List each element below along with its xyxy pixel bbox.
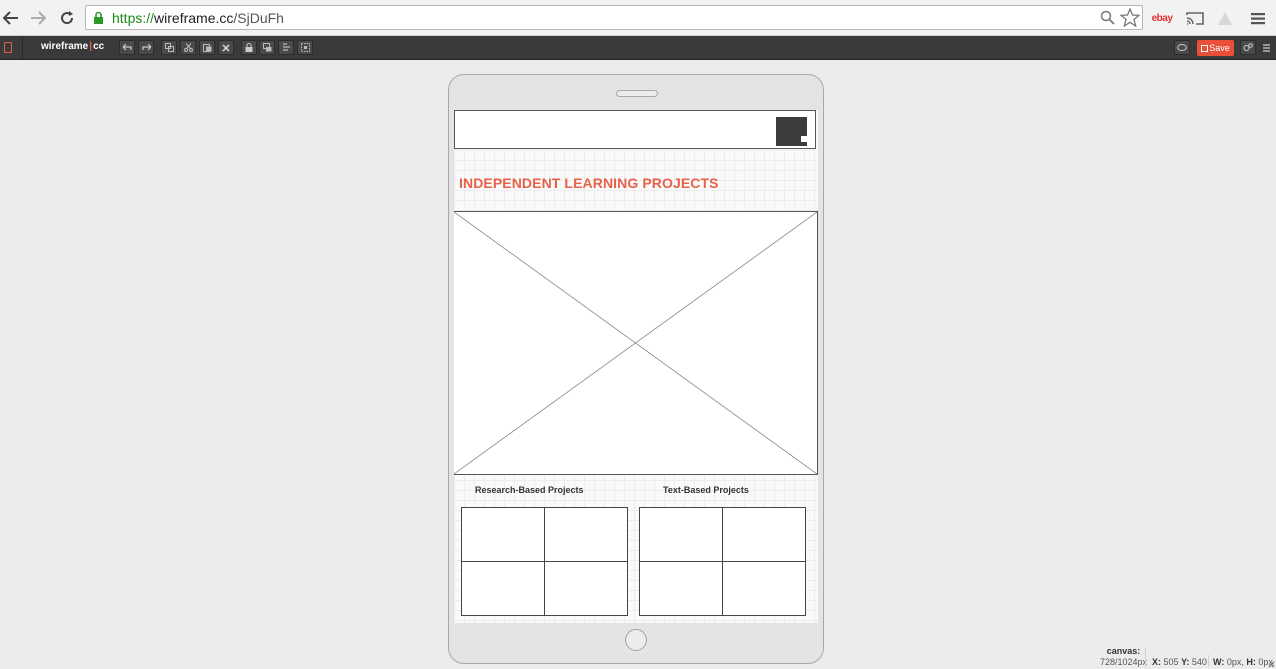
h-label: H:	[1246, 657, 1256, 667]
lock-button[interactable]	[241, 40, 257, 55]
y-value: 540	[1191, 657, 1207, 667]
tablet-frame: INDEPENDENT LEARNING PROJECTS Research-B…	[448, 74, 824, 664]
layer-button[interactable]	[259, 40, 275, 55]
canvas-size: 728/1024px	[1100, 657, 1148, 667]
canvas-label: canvas:	[1106, 646, 1141, 656]
selection-size-readout: W: 0px, H: 0px	[1213, 657, 1273, 667]
reload-icon	[61, 11, 74, 25]
save-icon	[1201, 44, 1209, 52]
cut-icon	[183, 43, 193, 52]
url-path: /SjDuFh	[233, 10, 284, 26]
save-button[interactable]: Save	[1197, 40, 1234, 56]
copy-button[interactable]	[161, 40, 177, 55]
device-speaker	[616, 90, 658, 97]
copy-icon	[164, 43, 174, 52]
cursor-position-readout: X: 505 Y: 540	[1152, 657, 1207, 667]
ebay-label: ebay	[1151, 12, 1173, 24]
warning-icon	[1218, 11, 1232, 25]
cut-button[interactable]	[180, 40, 196, 55]
page-heading[interactable]: INDEPENDENT LEARNING PROJECTS	[459, 175, 719, 191]
brand-right: cc	[93, 41, 105, 52]
text-projects-grid[interactable]	[639, 507, 806, 616]
status-divider	[1208, 655, 1209, 667]
header-box[interactable]	[454, 110, 816, 149]
text-project-tile[interactable]	[722, 507, 806, 562]
brand-logo: wireframe|cc	[41, 41, 104, 52]
image-placeholder-cross	[454, 212, 817, 474]
comment-button[interactable]	[1174, 40, 1190, 55]
logo-placeholder[interactable]	[776, 117, 807, 146]
delete-icon	[222, 43, 230, 52]
wireframe-canvas[interactable]: INDEPENDENT LEARNING PROJECTS Research-B…	[454, 110, 818, 623]
star-icon[interactable]	[1120, 8, 1140, 27]
align-icon	[282, 43, 290, 51]
group-icon	[300, 43, 310, 52]
cast-button[interactable]	[1184, 8, 1206, 28]
redo-icon	[141, 44, 151, 51]
extension-button[interactable]	[1215, 8, 1235, 28]
settings-button[interactable]	[1240, 40, 1256, 55]
text-project-tile[interactable]	[639, 507, 723, 562]
url-host: wireframe.cc	[154, 10, 234, 26]
brand-left: wireframe	[41, 41, 89, 52]
delete-button[interactable]	[218, 40, 234, 55]
toolbar-divider	[22, 36, 23, 60]
browser-menu-button[interactable]	[1249, 8, 1267, 28]
w-value: 0px,	[1226, 657, 1244, 667]
resize-handle-icon[interactable]	[1268, 661, 1275, 668]
wireframe-toolbar: wireframe|cc Save	[0, 36, 1276, 60]
browser-chrome: https://wireframe.cc/SjDuFh ebay	[0, 0, 1276, 36]
group-button[interactable]	[297, 40, 313, 55]
save-label: Save	[1209, 43, 1230, 53]
cast-icon	[1186, 11, 1204, 25]
back-button[interactable]	[0, 7, 22, 29]
lock-toggle-icon	[245, 43, 253, 52]
hamburger-icon[interactable]	[1263, 44, 1270, 52]
ebay-icon[interactable]: ebay	[1151, 8, 1173, 28]
paste-icon	[202, 44, 211, 52]
y-label: Y:	[1181, 657, 1190, 667]
canvas-size-readout: canvas: 728/1024px	[1100, 646, 1147, 668]
x-value: 505	[1163, 657, 1179, 667]
url-text: https://wireframe.cc/SjDuFh	[112, 10, 284, 26]
menu-icon	[1251, 12, 1265, 24]
back-arrow-icon	[3, 11, 18, 25]
reload-button[interactable]	[56, 7, 78, 29]
search-icon	[1100, 10, 1115, 25]
undo-button[interactable]	[119, 40, 135, 55]
research-project-tile[interactable]	[544, 507, 628, 562]
settings-icon	[1243, 43, 1253, 51]
comment-icon	[1177, 43, 1187, 51]
paste-button[interactable]	[199, 40, 215, 55]
research-project-tile[interactable]	[461, 561, 545, 616]
status-divider	[1145, 648, 1146, 668]
research-project-tile[interactable]	[544, 561, 628, 616]
research-projects-label[interactable]: Research-Based Projects	[475, 485, 584, 495]
redo-button[interactable]	[138, 40, 154, 55]
text-project-tile[interactable]	[722, 561, 806, 616]
research-project-tile[interactable]	[461, 507, 545, 562]
device-home-button	[625, 629, 647, 651]
text-projects-label[interactable]: Text-Based Projects	[663, 485, 749, 495]
text-project-tile[interactable]	[639, 561, 723, 616]
image-placeholder[interactable]	[454, 211, 818, 475]
research-projects-grid[interactable]	[461, 507, 628, 616]
lock-icon	[94, 11, 103, 24]
address-bar[interactable]: https://wireframe.cc/SjDuFh	[85, 5, 1143, 30]
forward-button[interactable]	[27, 7, 49, 29]
w-label: W:	[1213, 657, 1225, 667]
align-button[interactable]	[278, 40, 294, 55]
url-scheme: https://	[112, 10, 155, 26]
x-label: X:	[1152, 657, 1161, 667]
undo-icon	[122, 44, 132, 51]
layer-icon	[262, 43, 271, 52]
forward-arrow-icon	[31, 11, 46, 25]
device-icon[interactable]	[4, 42, 12, 53]
